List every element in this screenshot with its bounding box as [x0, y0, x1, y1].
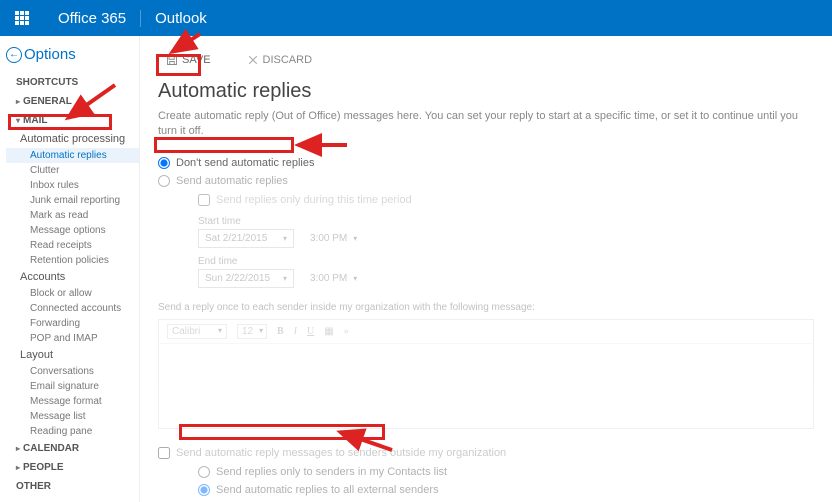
editor-toolbar: Calibri▾ 12▾ B I U ▦ »	[159, 320, 813, 344]
highlight-button[interactable]: ▦	[324, 326, 333, 337]
options-label: Options	[24, 46, 76, 63]
nav-read-receipts[interactable]: Read receipts	[6, 238, 139, 253]
start-date-dropdown[interactable]: Sat 2/21/2015▾	[198, 229, 294, 248]
nav-forwarding[interactable]: Forwarding	[6, 316, 139, 331]
toolbar: SAVE DISCARD	[158, 44, 814, 80]
nav-retention[interactable]: Retention policies	[6, 253, 139, 268]
app-launcher-button[interactable]	[0, 0, 44, 36]
chevron-down-icon: ▾	[353, 234, 357, 243]
radio-dont-send[interactable]: Don't send automatic replies	[158, 154, 814, 172]
radio-send-label: Send automatic replies	[176, 175, 288, 187]
checkbox-time-period-label: Send replies only during this time perio…	[216, 194, 412, 206]
nav-mark-as-read[interactable]: Mark as read	[6, 208, 139, 223]
start-hour-dropdown[interactable]: 3:00 PM▾	[304, 230, 363, 247]
brand-outlook: Outlook	[141, 10, 221, 27]
checkbox-outside-senders-label: Send automatic reply messages to senders…	[176, 447, 506, 459]
save-button[interactable]: SAVE	[158, 50, 219, 70]
checkbox-outside-senders-input[interactable]	[158, 447, 170, 459]
font-family-dropdown[interactable]: Calibri▾	[167, 324, 227, 339]
save-label: SAVE	[182, 54, 211, 66]
radio-send[interactable]: Send automatic replies	[158, 172, 814, 190]
bold-button[interactable]: B	[277, 326, 284, 337]
nav-shortcuts[interactable]: SHORTCUTS	[6, 73, 139, 92]
radio-outside-all-label: Send automatic replies to all external s…	[216, 484, 439, 496]
inside-msg-editor[interactable]: Calibri▾ 12▾ B I U ▦ »	[158, 319, 814, 429]
nav-accounts[interactable]: Accounts	[6, 268, 139, 286]
radio-send-input[interactable]	[158, 175, 170, 187]
grid-icon	[15, 11, 29, 25]
page-description: Create automatic reply (Out of Office) m…	[158, 109, 814, 154]
nav-automatic-replies[interactable]: Automatic replies	[6, 148, 139, 163]
nav-connected-accounts[interactable]: Connected accounts	[6, 301, 139, 316]
radio-outside-contacts-label: Send replies only to senders in my Conta…	[216, 466, 447, 478]
end-time-label: End time	[198, 250, 814, 267]
checkbox-time-period-input[interactable]	[198, 194, 210, 206]
checkbox-outside-senders[interactable]: Send automatic reply messages to senders…	[158, 443, 814, 463]
nav-automatic-processing[interactable]: Automatic processing	[6, 130, 139, 148]
chevron-down-icon: ▾	[283, 274, 287, 283]
nav-conversations[interactable]: Conversations	[6, 364, 139, 379]
nav-general[interactable]: GENERAL	[6, 92, 139, 111]
page-title: Automatic replies	[158, 80, 814, 109]
radio-outside-contacts[interactable]: Send replies only to senders in my Conta…	[158, 463, 814, 481]
radio-outside-all[interactable]: Send automatic replies to all external s…	[158, 481, 814, 499]
nav-block-allow[interactable]: Block or allow	[6, 286, 139, 301]
inside-msg-label: Send a reply once to each sender inside …	[158, 290, 814, 319]
nav-junk[interactable]: Junk email reporting	[6, 193, 139, 208]
nav-calendar[interactable]: CALENDAR	[6, 439, 139, 458]
more-button[interactable]: »	[344, 326, 349, 337]
brand-office365: Office 365	[44, 10, 141, 27]
discard-icon	[247, 54, 259, 66]
nav-message-options[interactable]: Message options	[6, 223, 139, 238]
underline-button[interactable]: U	[307, 326, 314, 337]
nav-reading-pane[interactable]: Reading pane	[6, 424, 139, 439]
chevron-down-icon: ▾	[353, 274, 357, 283]
nav-inbox-rules[interactable]: Inbox rules	[6, 178, 139, 193]
nav-email-signature[interactable]: Email signature	[6, 379, 139, 394]
nav-pop-imap[interactable]: POP and IMAP	[6, 331, 139, 346]
save-icon	[166, 54, 178, 66]
nav-people[interactable]: PEOPLE	[6, 458, 139, 477]
nav-layout[interactable]: Layout	[6, 346, 139, 364]
discard-button[interactable]: DISCARD	[239, 50, 321, 70]
back-arrow-icon: ←	[6, 47, 22, 63]
nav-message-list[interactable]: Message list	[6, 409, 139, 424]
nav-mail[interactable]: MAIL	[6, 111, 139, 130]
app-header: Office 365 Outlook	[0, 0, 832, 36]
font-size-dropdown[interactable]: 12▾	[237, 324, 267, 339]
nav-message-format[interactable]: Message format	[6, 394, 139, 409]
start-time-label: Start time	[198, 210, 814, 227]
end-hour-dropdown[interactable]: 3:00 PM▾	[304, 270, 363, 287]
radio-dont-send-label: Don't send automatic replies	[176, 157, 314, 169]
discard-label: DISCARD	[263, 54, 313, 66]
options-sidebar: ← Options SHORTCUTS GENERAL MAIL Automat…	[0, 36, 140, 502]
settings-content: SAVE DISCARD Automatic replies Create au…	[140, 36, 832, 502]
end-date-dropdown[interactable]: Sun 2/22/2015▾	[198, 269, 294, 288]
italic-button[interactable]: I	[294, 326, 297, 337]
radio-outside-all-input[interactable]	[198, 484, 210, 496]
nav-other[interactable]: OTHER	[6, 477, 139, 496]
checkbox-time-period[interactable]: Send replies only during this time perio…	[198, 190, 814, 210]
chevron-down-icon: ▾	[283, 234, 287, 243]
nav-clutter[interactable]: Clutter	[6, 163, 139, 178]
radio-dont-send-input[interactable]	[158, 157, 170, 169]
radio-outside-contacts-input[interactable]	[198, 466, 210, 478]
back-to-options[interactable]: ← Options	[6, 42, 139, 73]
